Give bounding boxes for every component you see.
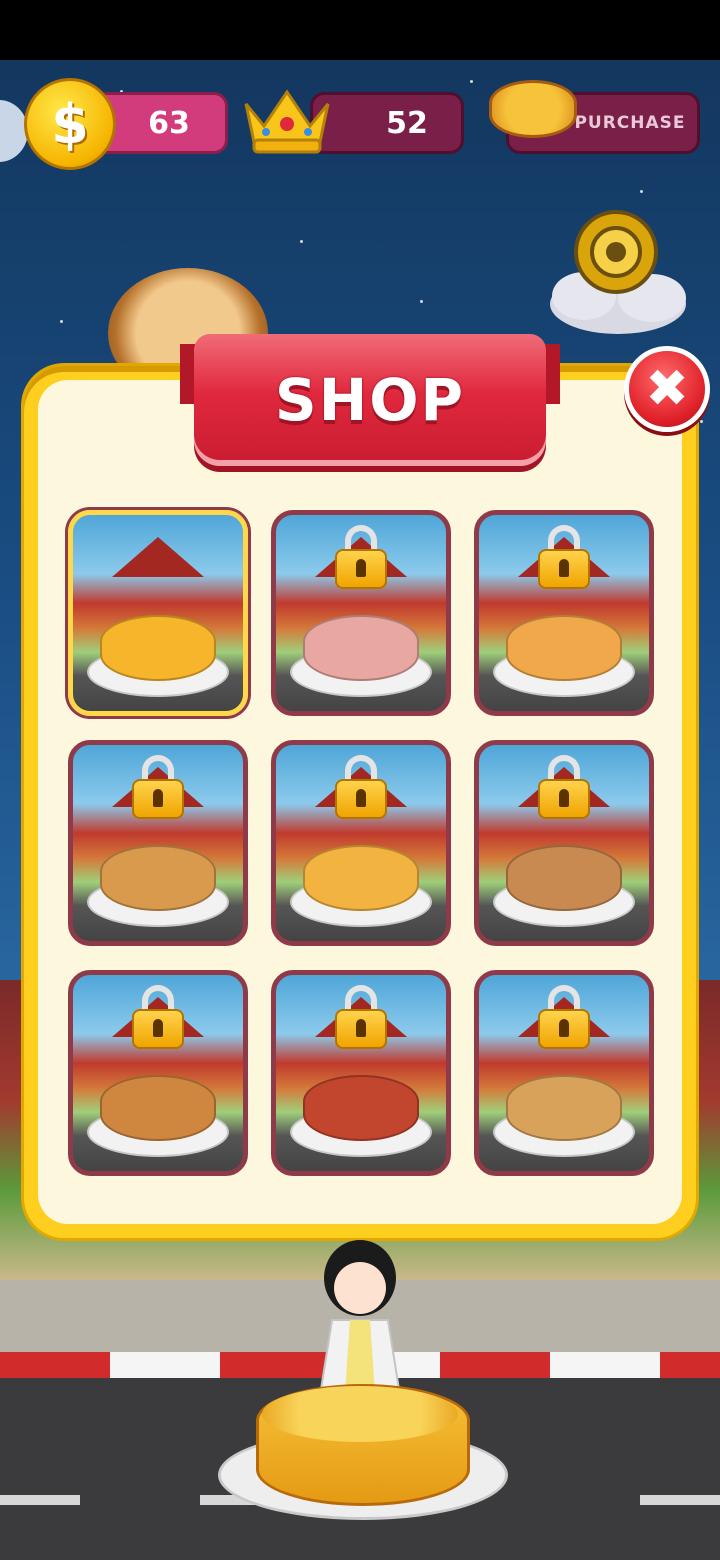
- lock-icon: [538, 985, 590, 1049]
- current-cake-top: [262, 1386, 458, 1442]
- shop-item-sandwich[interactable]: [474, 740, 654, 946]
- lock-icon: [335, 525, 387, 589]
- lane-marking: [0, 1495, 80, 1505]
- sub-sandwich-food: [506, 1075, 622, 1141]
- shop-item-veggie-pizza[interactable]: [271, 510, 451, 716]
- lock-icon: [335, 755, 387, 819]
- shop-item-burger-bun[interactable]: [68, 740, 248, 946]
- star: [300, 240, 303, 243]
- lane-marking: [640, 1495, 720, 1505]
- burger-bun-food: [100, 845, 216, 911]
- gear-icon: [574, 210, 658, 294]
- pizza-cake-food: [100, 615, 216, 681]
- pizza-icon: [489, 80, 577, 138]
- caramel-cake-food: [506, 615, 622, 681]
- shop-title: SHOP: [274, 366, 466, 434]
- lock-icon: [335, 985, 387, 1049]
- shop-item-cheeseburger[interactable]: [68, 970, 248, 1176]
- shop-item-sub-sandwich[interactable]: [474, 970, 654, 1176]
- veggie-pizza-food: [303, 615, 419, 681]
- star: [60, 320, 63, 323]
- lock-icon: [538, 525, 590, 589]
- lock-icon: [132, 755, 184, 819]
- lock-icon: [132, 985, 184, 1049]
- shop-item-hotdog[interactable]: [271, 970, 451, 1176]
- settings-button[interactable]: [548, 200, 688, 340]
- status-bar: [0, 0, 720, 60]
- cheeseburger-food: [100, 1075, 216, 1141]
- hotdog-food: [303, 1075, 419, 1141]
- shop-item-pancakes[interactable]: [271, 740, 451, 946]
- star: [640, 190, 643, 193]
- shop-title-banner: SHOP: [194, 334, 546, 466]
- shop-item-caramel-cake[interactable]: [474, 510, 654, 716]
- temple-background: [112, 537, 204, 577]
- close-button[interactable]: ✖: [624, 346, 710, 432]
- pancakes-food: [303, 845, 419, 911]
- star: [420, 300, 423, 303]
- star: [700, 420, 703, 423]
- lock-icon: [538, 755, 590, 819]
- shop-item-pizza-cake[interactable]: [68, 510, 248, 716]
- coin-icon: $: [24, 78, 116, 170]
- crown-icon: [244, 89, 330, 154]
- sandwich-food: [506, 845, 622, 911]
- close-icon: ✖: [645, 359, 689, 419]
- star: [470, 80, 473, 83]
- coin-count: 63: [148, 105, 190, 141]
- crown-count: 52: [386, 105, 428, 141]
